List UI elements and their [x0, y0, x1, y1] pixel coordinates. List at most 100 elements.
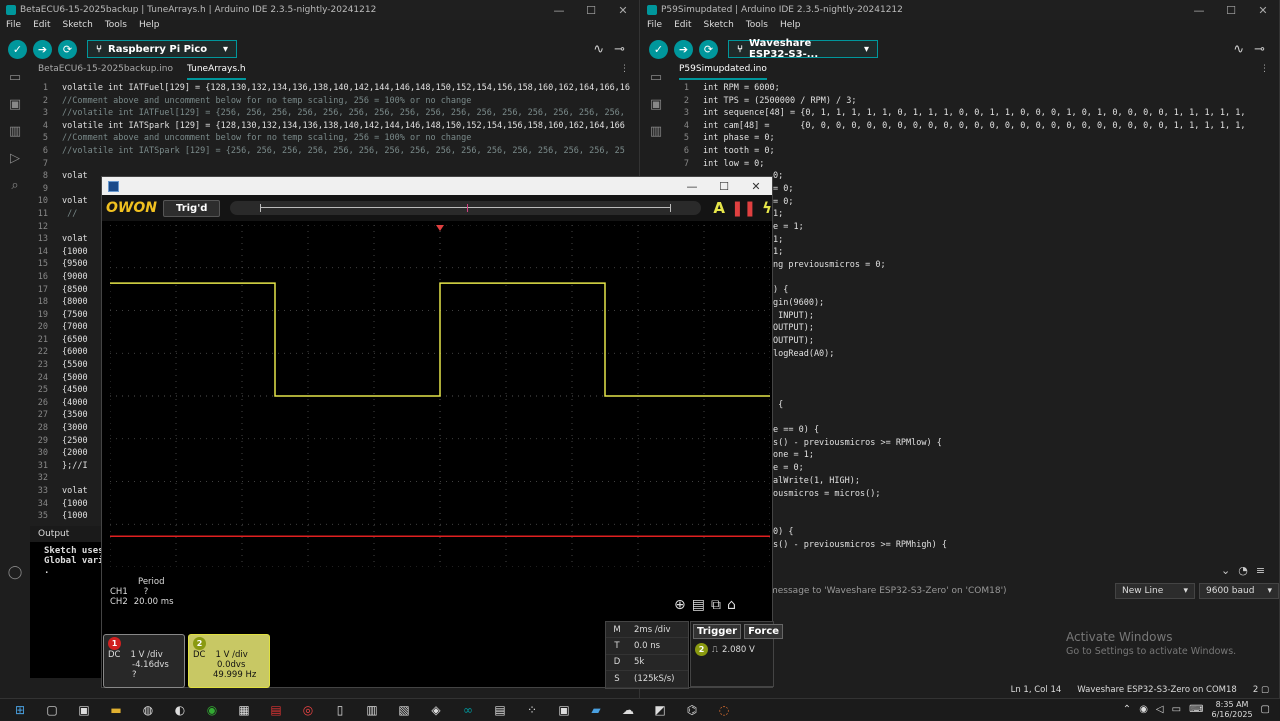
force-button[interactable]: Force: [744, 624, 784, 639]
network-icon[interactable]: ▭: [1172, 704, 1181, 715]
debug-icon[interactable]: ▷: [10, 151, 20, 166]
notification-icon[interactable]: 2 ▢: [1253, 685, 1269, 695]
app-icon[interactable]: ▤: [260, 699, 292, 721]
timebase-panel[interactable]: M 2ms /div T 0.0 ns D 5k S (125kS/s): [605, 621, 689, 689]
library-manager-icon[interactable]: ▥: [9, 124, 21, 139]
trigger-button[interactable]: Trigger: [693, 624, 742, 639]
app-icon[interactable]: ▥: [356, 699, 388, 721]
debug-button[interactable]: ⟳: [58, 39, 77, 59]
home-icon[interactable]: ⌂: [727, 597, 736, 613]
app-icon[interactable]: ▯: [324, 699, 356, 721]
code-line[interactable]: 5 int phase = 0;: [671, 132, 1279, 145]
upload-button[interactable]: ➔: [33, 39, 52, 59]
ch1-panel[interactable]: 1 DC 1 V /div -4.16dvs ?: [103, 634, 185, 688]
menu-sketch[interactable]: Sketch: [63, 20, 93, 34]
maximize-button[interactable]: ☐: [1215, 4, 1247, 17]
menu-help[interactable]: Help: [780, 20, 801, 34]
line-ending-select[interactable]: New Line ▾: [1115, 583, 1195, 599]
arduino-taskbar-icon[interactable]: ∞: [452, 699, 484, 721]
tab-tunearrays[interactable]: TuneArrays.h: [187, 64, 246, 80]
sketchbook-icon[interactable]: ▭: [9, 70, 21, 85]
app-icon[interactable]: ☁: [612, 699, 644, 721]
minimize-button[interactable]: —: [543, 4, 575, 17]
verify-button[interactable]: ✓: [649, 39, 668, 59]
app-icon[interactable]: ◈: [420, 699, 452, 721]
tab-more-menu[interactable]: ⋮: [1260, 64, 1279, 80]
profile-icon[interactable]: ◯: [8, 565, 23, 580]
app-icon[interactable]: ▤: [484, 699, 516, 721]
serial-plotter-icon[interactable]: ∿: [1233, 42, 1244, 57]
sketchbook-icon[interactable]: ▭: [650, 70, 662, 85]
clear-output-icon[interactable]: ≡: [1256, 564, 1265, 577]
run-stop-icon[interactable]: ❚❚: [731, 199, 756, 217]
minimize-button[interactable]: —: [1183, 4, 1215, 17]
power-icon[interactable]: ϟ: [762, 199, 772, 217]
debug-button[interactable]: ⟳: [699, 39, 718, 59]
code-line[interactable]: 7: [30, 158, 639, 171]
tab-ino[interactable]: BetaECU6-15-2025backup.ino: [38, 64, 173, 80]
chrome-icon[interactable]: ◎: [292, 699, 324, 721]
waveform-display[interactable]: [110, 225, 770, 567]
baud-select[interactable]: 9600 baud ▾: [1199, 583, 1279, 599]
auto-set-icon[interactable]: A: [713, 199, 725, 217]
time-position-bar[interactable]: [230, 201, 702, 215]
boards-manager-icon[interactable]: ▣: [650, 97, 662, 112]
notifications-icon[interactable]: ▢: [1261, 704, 1270, 715]
board-selector[interactable]: ⑂ Raspberry Pi Pico ▾: [87, 40, 237, 58]
serial-message-input[interactable]: message to 'Waveshare ESP32-S3-Zero' on …: [769, 586, 1111, 596]
chevron-up-icon[interactable]: ⌃: [1123, 704, 1131, 715]
keyboard-icon[interactable]: ⌨: [1189, 704, 1203, 715]
menu-tools[interactable]: Tools: [746, 20, 768, 34]
status-board[interactable]: Waveshare ESP32-S3-Zero on COM18: [1077, 685, 1237, 695]
right-code-editor[interactable]: 1 int RPM = 6000; 2 int TPS = (2500000 / RP…: [671, 82, 1279, 174]
app-icon[interactable]: ◍: [132, 699, 164, 721]
serial-monitor-icon[interactable]: ⊸: [614, 42, 625, 57]
app-icon[interactable]: ▣: [68, 699, 100, 721]
ch2-panel[interactable]: 2 DC 1 V /div 0.0dvs 49.999 Hz: [188, 634, 270, 688]
toggle-autoscroll-icon[interactable]: ⌄: [1221, 564, 1230, 577]
menu-file[interactable]: File: [6, 20, 21, 34]
serial-monitor-icon[interactable]: ⊸: [1254, 42, 1265, 57]
app-icon[interactable]: ▧: [388, 699, 420, 721]
code-line[interactable]: 6 int tooth = 0;: [671, 145, 1279, 158]
code-line[interactable]: 3 int sequence[48] = {0, 1, 1, 1, 1, 1, 0…: [671, 107, 1279, 120]
minimize-button[interactable]: —: [676, 180, 708, 193]
code-line[interactable]: 5 //Comment above and uncomment below for…: [30, 132, 639, 145]
code-line[interactable]: 4 int cam[48] = {0, 0, 0, 0, 0, 0, 0, 0, …: [671, 120, 1279, 133]
tab-p59simupdated[interactable]: P59Simupdated.ino: [679, 64, 767, 80]
window-icon[interactable]: ⧉: [711, 597, 721, 613]
save-icon[interactable]: ▤: [692, 597, 705, 613]
app-icon[interactable]: ◩: [644, 699, 676, 721]
menu-tools[interactable]: Tools: [105, 20, 127, 34]
file-explorer-icon[interactable]: ▬: [100, 699, 132, 721]
volume-icon[interactable]: ◁: [1156, 704, 1164, 715]
close-button[interactable]: ✕: [1247, 4, 1279, 17]
app-icon[interactable]: ◌: [708, 699, 740, 721]
code-line[interactable]: 1 int RPM = 6000;: [671, 82, 1279, 95]
close-button[interactable]: ✕: [607, 4, 639, 17]
search-icon[interactable]: ⌕: [11, 178, 18, 193]
maximize-button[interactable]: ☐: [708, 180, 740, 193]
clock[interactable]: 8:35 AM 6/16/2025: [1212, 700, 1253, 720]
menu-edit[interactable]: Edit: [674, 20, 691, 34]
maximize-button[interactable]: ☐: [575, 4, 607, 17]
tray-icon[interactable]: ◉: [1139, 704, 1148, 715]
menu-edit[interactable]: Edit: [33, 20, 50, 34]
oscilloscope-taskbar-icon[interactable]: ▰: [580, 699, 612, 721]
app-icon[interactable]: ◉: [196, 699, 228, 721]
close-button[interactable]: ✕: [740, 180, 772, 193]
verify-button[interactable]: ✓: [8, 39, 27, 59]
task-view-icon[interactable]: ▢: [36, 699, 68, 721]
app-icon[interactable]: ▦: [228, 699, 260, 721]
game-icon[interactable]: ⌬: [676, 699, 708, 721]
code-line[interactable]: 6 //volatile int IATSpark [129] = {256, 2…: [30, 145, 639, 158]
board-selector[interactable]: ⑂ Waveshare ESP32-S3-... ▾: [728, 38, 878, 60]
menu-sketch[interactable]: Sketch: [704, 20, 734, 34]
library-manager-icon[interactable]: ▥: [650, 124, 662, 139]
app-icon[interactable]: ▣: [548, 699, 580, 721]
windows-start-icon[interactable]: ⊞: [4, 699, 36, 721]
app-icon[interactable]: ◐: [164, 699, 196, 721]
boards-manager-icon[interactable]: ▣: [9, 97, 21, 112]
tab-more-menu[interactable]: ⋮: [620, 64, 639, 80]
code-line[interactable]: 3 //volatile int IATFuel[129] = {256, 256…: [30, 107, 639, 120]
